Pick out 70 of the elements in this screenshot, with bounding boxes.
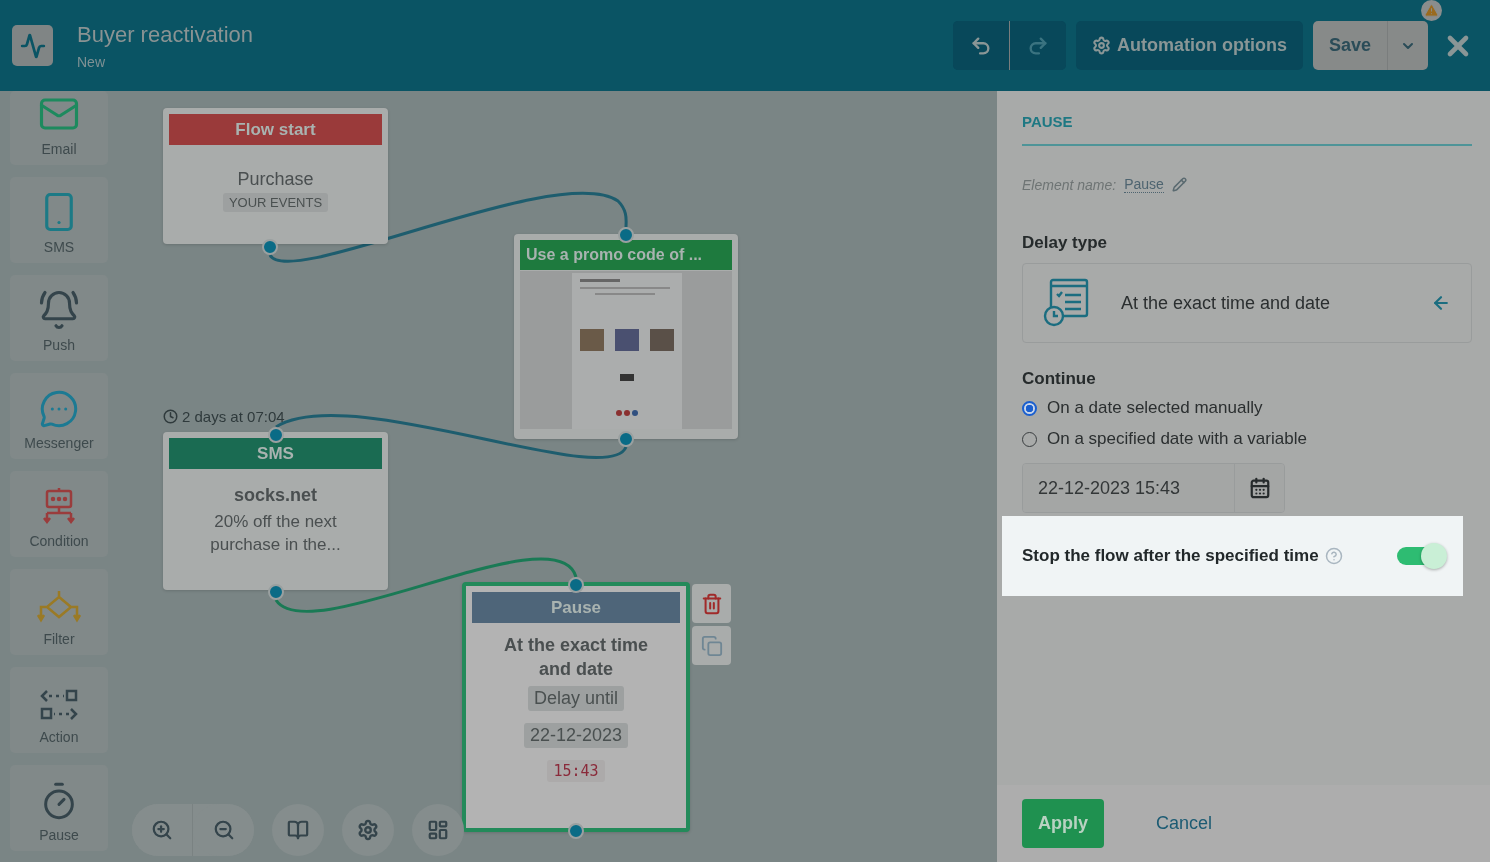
connection-port[interactable] [262,239,278,255]
automation-status: New [77,53,106,70]
radio-option[interactable]: On a specified date with a variable [1022,429,1472,449]
gear-icon [1091,36,1111,55]
grid-icon [427,819,449,841]
help-icon[interactable] [1324,547,1343,565]
connection-port[interactable] [568,823,584,839]
element-name-link[interactable]: Pause [1124,176,1164,193]
layout-button[interactable] [412,804,464,856]
node-title: SMS [169,438,382,469]
copy-icon [700,634,723,657]
sidebar-item[interactable]: Email [10,91,108,165]
save-menu-button[interactable] [1388,21,1428,70]
node-title: Pause [472,592,680,623]
undo-button[interactable] [952,21,1010,70]
chat-bubble-icon [39,389,79,429]
delete-button[interactable] [692,584,731,623]
connection-port[interactable] [568,577,584,593]
node-text: At the exact time and date [502,634,649,682]
save-button[interactable]: Save [1312,21,1388,70]
flow-node[interactable]: SMS socks.net 20% off the next purchase in the... [163,432,388,590]
sidebar-item[interactable]: SMS [10,177,108,263]
sidebar-item[interactable]: Push [10,275,108,361]
setting-label: Stop the flow after the specified time [1022,546,1319,566]
connection-port[interactable] [618,431,634,447]
node-title: Flow start [169,114,382,145]
edit-icon[interactable] [1171,177,1187,192]
apply-button[interactable]: Apply [1022,799,1104,848]
node-tag: YOUR EVENTS [222,193,329,213]
node-title: Use a promo code of ... [520,240,732,270]
node-text: 20% off the next purchase in the... [209,511,342,557]
section-label: Continue [1022,369,1097,389]
bell-icon [38,289,80,331]
flow-node[interactable]: Pause At the exact time and date Delay until 22-12-2023 15:43 [462,582,690,832]
sidebar-item[interactable]: Condition [10,471,108,557]
node-text: Purchase [237,168,314,191]
settings-button[interactable] [342,804,394,856]
trash-icon [700,592,723,615]
automation-title: Buyer reactivation [77,21,255,48]
time-tag: 15:43 [547,759,605,782]
diamond-branch-icon [35,589,83,625]
radio-option[interactable]: On a date selected manually [1022,398,1472,418]
sidebar-item[interactable]: Messenger [10,373,108,459]
cancel-button[interactable]: Cancel [1150,812,1219,835]
zoom-out-icon [212,819,235,841]
section-label: Delay type [1022,233,1109,253]
zoom-in-icon [151,819,173,841]
field-label: Element name: [1022,176,1117,193]
clock-icon [163,409,178,424]
connection-port[interactable] [618,227,634,243]
radio-icon[interactable] [1022,400,1037,416]
app-logo [12,25,53,66]
node-tag: Delay until [527,685,624,711]
sidebar-item[interactable]: Pause [10,765,108,851]
duplicate-button[interactable] [692,626,731,665]
sidebar-item[interactable]: Action [10,667,108,753]
node-text: socks.net [233,484,317,507]
flow-node[interactable]: Flow start Purchase YOUR EVENTS [163,108,388,244]
book-button[interactable] [272,804,324,856]
settings-icon [357,819,379,841]
book-icon [287,819,309,841]
connection-port[interactable] [268,584,284,600]
node-tag: 22-12-2023 [523,722,629,748]
connection-port[interactable] [268,427,284,443]
button-label: Automation options [1116,35,1287,56]
flow-node[interactable]: Use a promo code of ... [514,234,738,439]
delay-text: 2 days at 07:04 [182,408,285,425]
sidebar-item[interactable]: Filter [10,569,108,655]
panel-heading: PAUSE [1022,113,1472,146]
delay-type-select[interactable]: At the exact time and date [1022,263,1472,343]
